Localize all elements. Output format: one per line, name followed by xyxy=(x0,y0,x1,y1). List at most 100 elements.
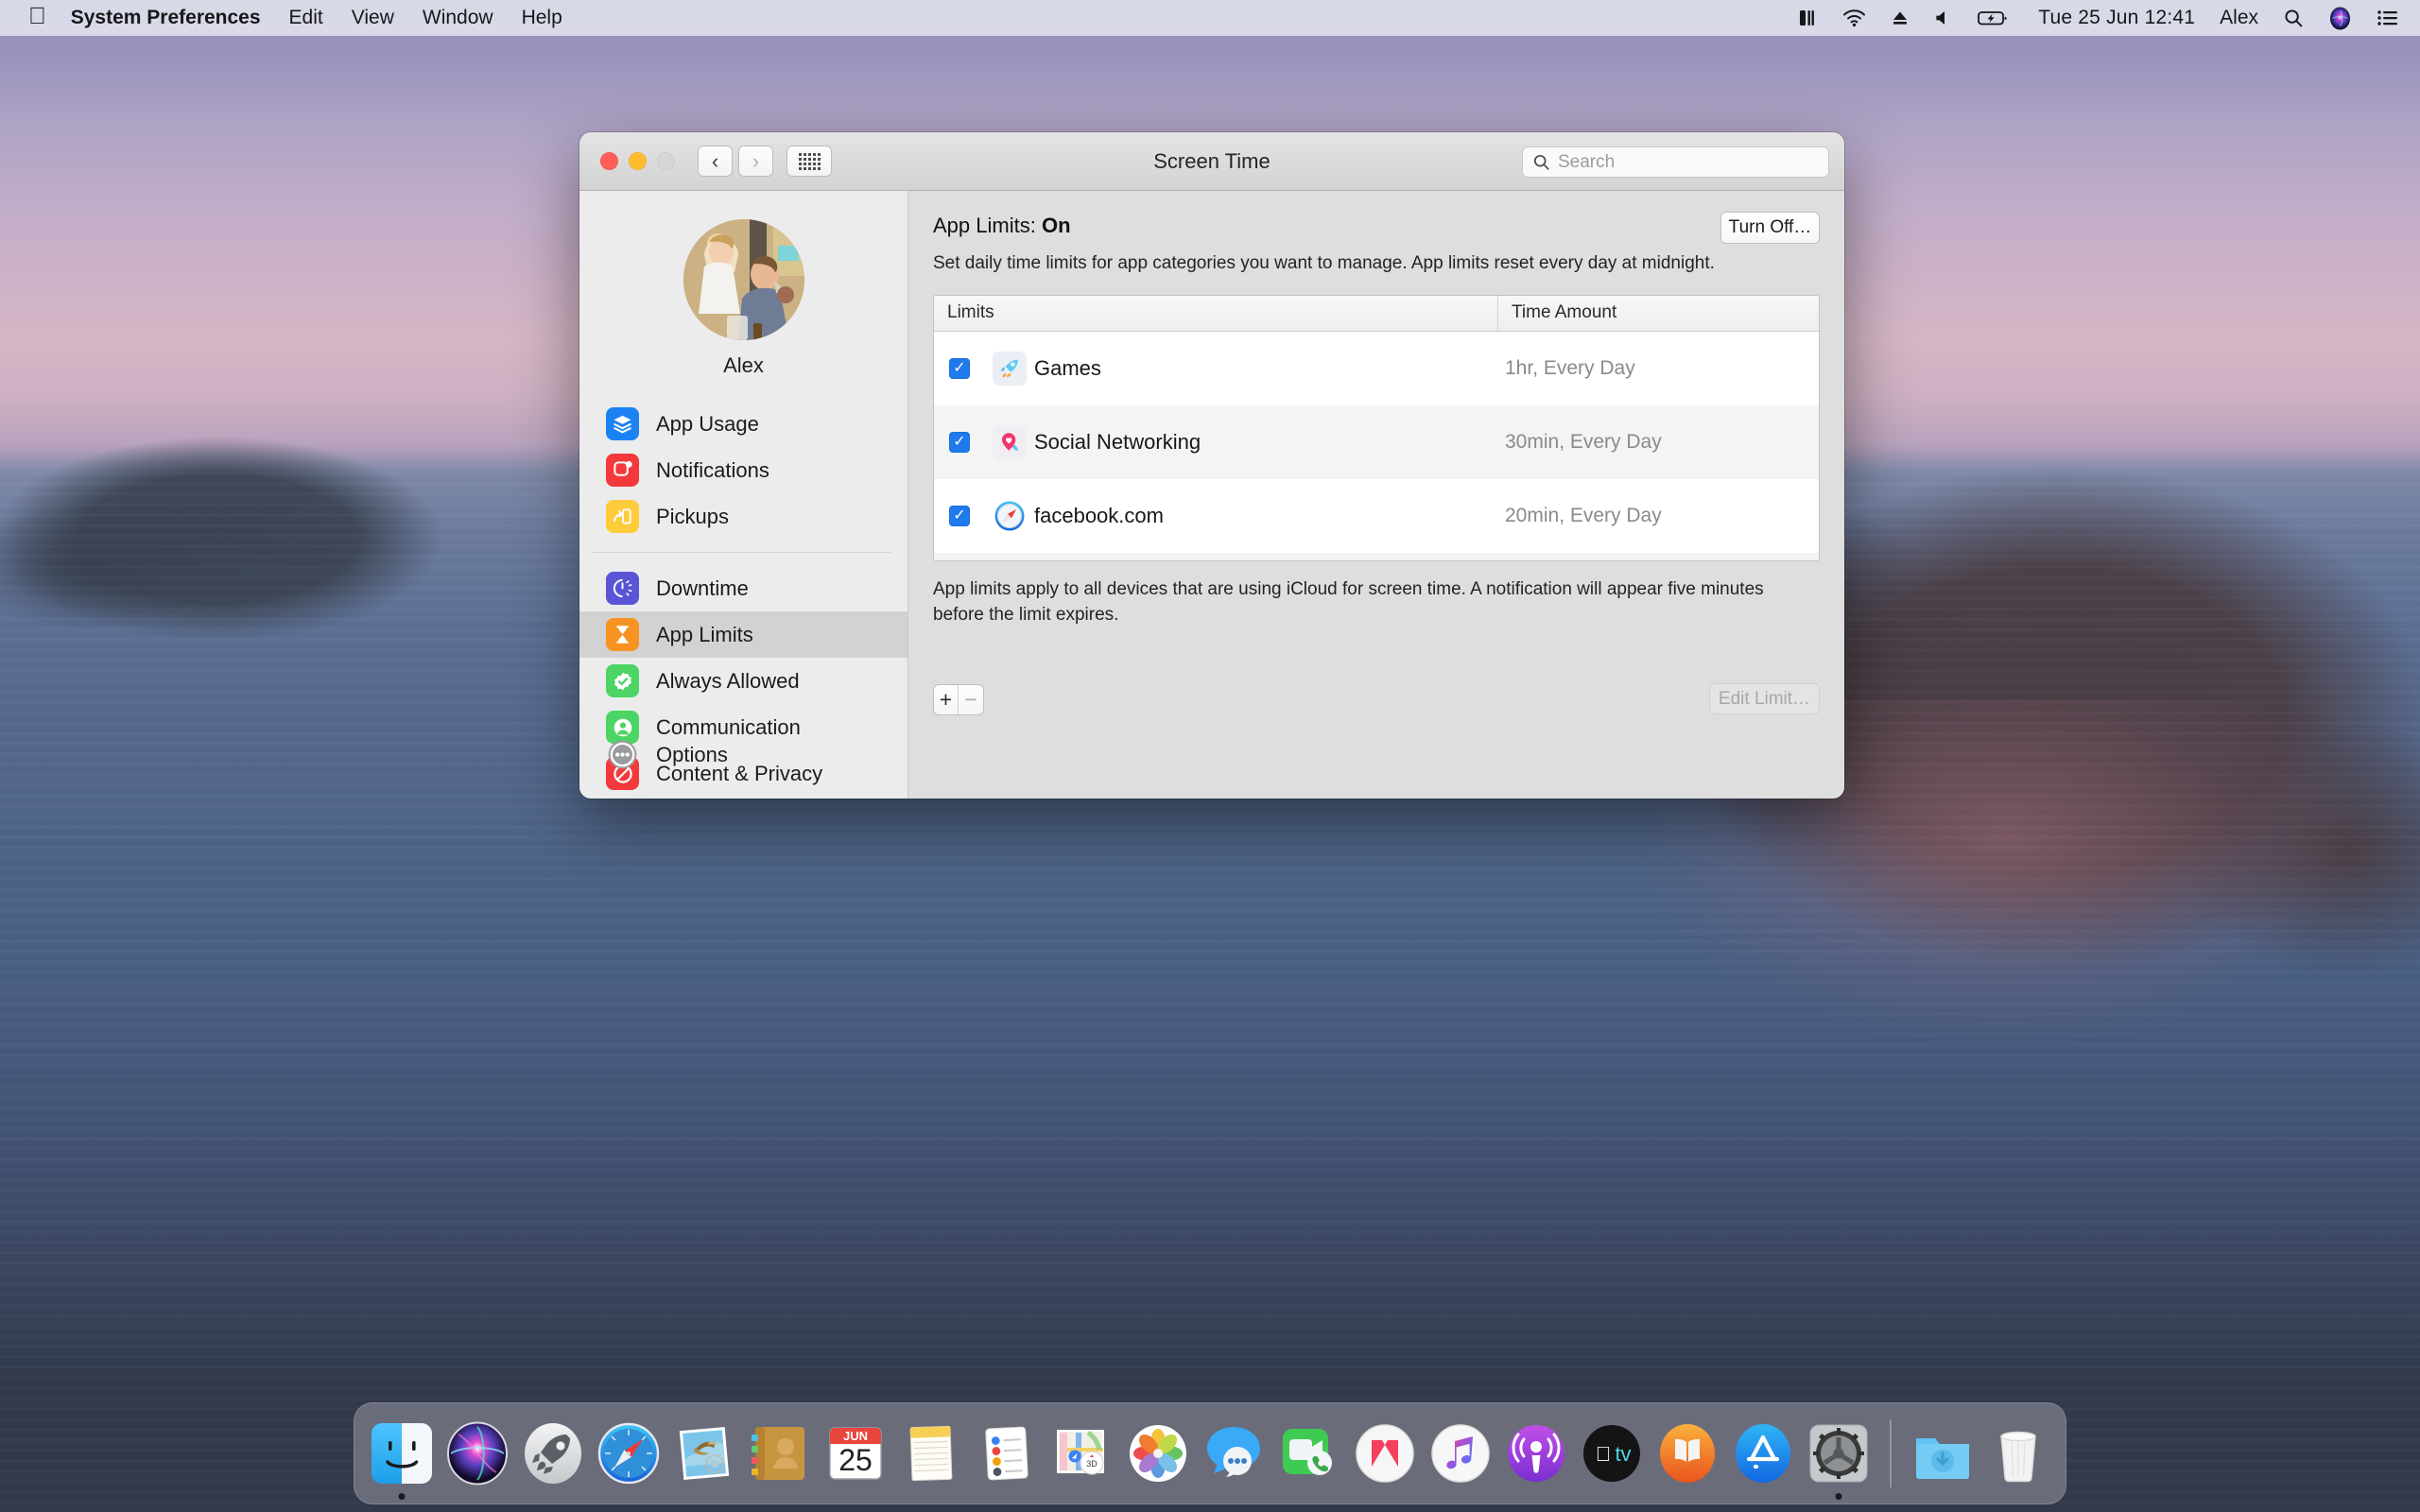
table-empty-row xyxy=(934,552,1819,560)
volume-icon[interactable] xyxy=(1934,9,1953,27)
ellipsis-circle-icon xyxy=(606,738,639,771)
dock-item-contacts[interactable] xyxy=(746,1419,814,1487)
dock-item-news[interactable] xyxy=(1351,1419,1419,1487)
row-checkbox-cell: ✓ xyxy=(934,357,985,379)
pickup-phone-icon xyxy=(606,500,639,533)
sidebar-item-always-allowed[interactable]: Always Allowed xyxy=(579,658,908,704)
dock-item-messages[interactable] xyxy=(1200,1419,1268,1487)
menu-bar:  System Preferences Edit View Window He… xyxy=(0,0,2420,36)
back-button[interactable]: ‹ xyxy=(698,146,733,177)
dock-item-safari[interactable] xyxy=(595,1419,663,1487)
screen-time-window: ‹ › Screen Time Search Alex App Usage No… xyxy=(579,132,1844,799)
control-center-icon[interactable] xyxy=(2377,9,2399,27)
table-row[interactable]: ✓ facebook.com 20min, Every Day xyxy=(934,479,1819,553)
battery-charging-icon[interactable] xyxy=(1978,9,2010,27)
dock-item-siri[interactable] xyxy=(443,1419,511,1487)
window-body: Alex App Usage Notifications Pickups Dow… xyxy=(579,191,1844,799)
search-icon[interactable] xyxy=(2283,8,2304,28)
sidebar-item-label: Always Allowed xyxy=(656,668,800,693)
menu-item-help[interactable]: Help xyxy=(522,7,562,29)
add-limit-button[interactable]: + xyxy=(934,685,959,714)
menu-item-view[interactable]: View xyxy=(352,7,394,29)
sidebar-item-label: App Limits xyxy=(656,622,753,646)
dock-item-finder[interactable] xyxy=(368,1419,436,1500)
search-input[interactable] xyxy=(1558,151,1819,173)
dock: JUN 25 3D tv xyxy=(354,1402,2066,1504)
app-limits-footnote: App limits apply to all devices that are… xyxy=(933,578,1764,625)
sidebar-item-label: App Usage xyxy=(656,411,759,436)
sidebar-item-app-usage[interactable]: App Usage xyxy=(579,401,908,447)
eject-icon[interactable] xyxy=(1891,9,1910,27)
sidebar-item-pickups[interactable]: Pickups xyxy=(579,493,908,540)
show-all-button[interactable] xyxy=(786,146,832,177)
forward-button[interactable]: › xyxy=(738,146,773,177)
sidebar-item-notifications[interactable]: Notifications xyxy=(579,447,908,493)
sidebar-item-app-limits[interactable]: App Limits xyxy=(579,611,908,658)
menu-user-name[interactable]: Alex xyxy=(2220,7,2258,29)
sidebar-item-label: Downtime xyxy=(656,576,749,600)
sidebar-divider xyxy=(593,552,890,553)
menu-item-window[interactable]: Window xyxy=(423,7,493,29)
row-icon-cell xyxy=(985,351,1034,386)
dock-item-books[interactable] xyxy=(1653,1419,1721,1487)
dock-item-app-store[interactable] xyxy=(1729,1419,1797,1487)
dock-item-calendar[interactable]: JUN 25 xyxy=(821,1419,890,1487)
dock-item-reminders[interactable] xyxy=(973,1419,1041,1487)
sidebar-item-options[interactable]: Options xyxy=(579,731,908,778)
dock-item-photos[interactable] xyxy=(1124,1419,1192,1487)
siri-icon[interactable] xyxy=(2328,7,2352,30)
dock-item-tv[interactable]:  tv xyxy=(1578,1419,1646,1487)
dock-item-maps[interactable]: 3D xyxy=(1048,1419,1116,1487)
remove-limit-button[interactable]: − xyxy=(959,685,983,714)
close-button[interactable] xyxy=(600,152,618,170)
column-header-limits[interactable]: Limits xyxy=(934,295,1498,331)
dock-item-podcasts[interactable] xyxy=(1502,1419,1570,1487)
svg-text:3D: 3D xyxy=(1086,1459,1098,1469)
dock-item-launchpad[interactable] xyxy=(519,1419,587,1487)
table-row[interactable]: ✓ Social Networking 30min, Every Day xyxy=(934,404,1819,479)
row-name: facebook.com xyxy=(1034,503,1164,527)
avatar-photo xyxy=(683,219,804,340)
row-icon-cell xyxy=(985,500,1034,532)
dock-item-trash[interactable] xyxy=(1984,1419,2052,1487)
edit-limit-button[interactable]: Edit Limit… xyxy=(1709,683,1820,714)
sidebar-item-downtime[interactable]: Downtime xyxy=(579,565,908,611)
traffic-lights xyxy=(600,152,675,170)
table-row[interactable]: ✓ Games 1hr, Every Day xyxy=(934,332,1819,405)
menu-item-system-preferences[interactable]: System Preferences xyxy=(71,7,261,29)
allowed-badge-icon xyxy=(606,664,639,697)
apple-logo-icon[interactable]:  xyxy=(28,4,46,28)
column-header-time-amount[interactable]: Time Amount xyxy=(1498,296,1819,331)
dock-item-system-preferences[interactable] xyxy=(1805,1419,1873,1500)
minimize-button[interactable] xyxy=(629,152,647,170)
running-indicator xyxy=(1835,1493,1842,1500)
dock-item-music[interactable] xyxy=(1426,1419,1495,1487)
app-limits-status: App Limits: On xyxy=(933,214,1071,238)
row-name: Games xyxy=(1034,355,1101,380)
avatar[interactable] xyxy=(683,219,804,340)
window-titlebar[interactable]: ‹ › Screen Time xyxy=(579,132,1844,191)
zoom-button[interactable] xyxy=(657,152,675,170)
calendar-month-label: JUN xyxy=(843,1429,868,1443)
dock-item-notes[interactable] xyxy=(897,1419,965,1487)
dock-item-downloads[interactable] xyxy=(1909,1419,1977,1487)
search-field[interactable] xyxy=(1522,146,1829,178)
turn-off-button[interactable]: Turn Off… xyxy=(1720,212,1820,244)
row-time-amount: 1hr, Every Day xyxy=(1505,356,1635,379)
app-limits-status-prefix: App Limits: xyxy=(933,214,1036,237)
hourglass-icon xyxy=(606,618,639,651)
main-panel: App Limits: On Turn Off… Set daily time … xyxy=(908,191,1844,799)
nav-buttons: ‹ › xyxy=(698,146,773,177)
limit-checkbox[interactable]: ✓ xyxy=(949,431,970,453)
menu-item-edit[interactable]: Edit xyxy=(289,7,323,29)
app-limits-status-value: On xyxy=(1041,214,1071,237)
split-view-icon[interactable] xyxy=(1797,8,1818,28)
wifi-icon[interactable] xyxy=(1842,9,1866,27)
grid-dots-icon xyxy=(798,152,821,170)
limit-checkbox[interactable]: ✓ xyxy=(949,357,970,379)
add-remove-controls: + − xyxy=(933,684,984,715)
menu-clock[interactable]: Tue 25 Jun 12:41 xyxy=(2038,7,2195,29)
limit-checkbox[interactable]: ✓ xyxy=(949,505,970,526)
dock-item-mail[interactable] xyxy=(670,1419,738,1487)
dock-item-facetime[interactable] xyxy=(1275,1419,1343,1487)
